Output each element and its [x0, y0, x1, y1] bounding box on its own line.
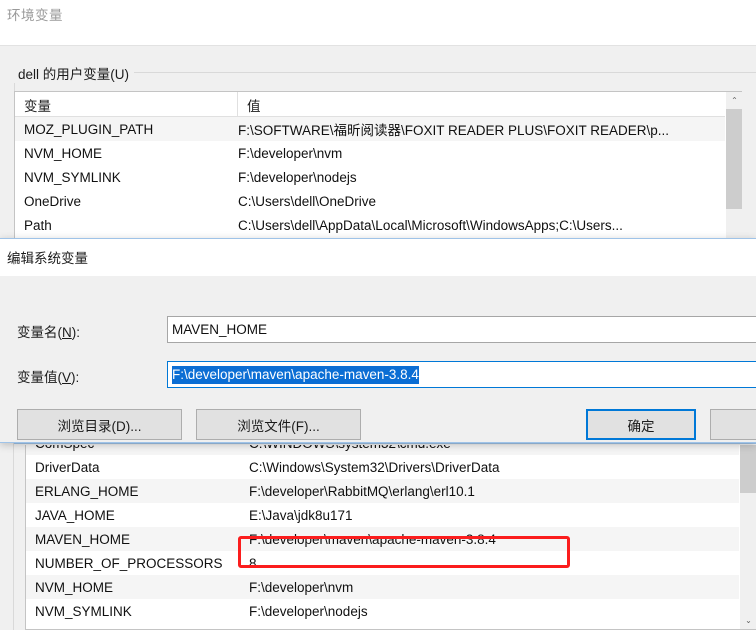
table-row[interactable]: OneDrive C:\Users\dell\OneDrive	[15, 189, 742, 213]
user-variables-rows: MOZ_PLUGIN_PATH F:\SOFTWARE\福昕阅读器\FOXIT R…	[15, 117, 742, 240]
user-variables-scrollbar[interactable]: ⌃	[725, 92, 742, 240]
variable-name-cell: ERLANG_HOME	[35, 483, 139, 499]
scrollbar-thumb[interactable]	[726, 109, 742, 209]
variable-value-cell: F:\developer\nvm	[249, 579, 354, 595]
system-variables-scrollbar[interactable]: ⌄	[739, 445, 756, 629]
variable-value-cell: F:\developer\RabbitMQ\erlang\erl10.1	[249, 483, 475, 499]
table-row[interactable]: NVM_HOME F:\developer\nvm	[26, 575, 756, 599]
user-variables-listview[interactable]: 变量 值 MOZ_PLUGIN_PATH F:\SOFTWARE\福昕阅读器\FO…	[14, 91, 742, 241]
browse-file-button[interactable]: 浏览文件(F)...	[196, 409, 361, 440]
system-variables-left-frame	[0, 443, 14, 630]
variable-value-label-pre: 变量值(	[17, 370, 62, 385]
scroll-up-icon[interactable]: ⌃	[726, 92, 742, 109]
variable-value-cell: C:\Users\dell\AppData\Local\Microsoft\Wi…	[238, 217, 623, 233]
variable-value-cell: F:\developer\nvm	[238, 145, 343, 161]
variable-value-cell: C:\Users\dell\OneDrive	[238, 193, 377, 209]
variable-name-label-post: ):	[71, 325, 80, 340]
variable-name-accelerator: N	[62, 325, 72, 340]
variable-value-cell: F:\developer\nodejs	[238, 169, 357, 185]
variable-value-input[interactable]: F:\developer\maven\apache-maven-3.8.4	[167, 361, 756, 388]
table-row[interactable]: MOZ_PLUGIN_PATH F:\SOFTWARE\福昕阅读器\FOXIT R…	[15, 117, 742, 141]
variable-name-label: 变量名(N):	[17, 321, 80, 341]
column-header-value[interactable]: 值	[238, 92, 742, 117]
cancel-button[interactable]: 取	[710, 409, 756, 440]
variable-name-cell: NVM_HOME	[24, 145, 103, 161]
table-row[interactable]: JAVA_HOME E:\Java\jdk8u171	[26, 503, 756, 527]
variable-name-cell: MAVEN_HOME	[35, 531, 131, 547]
table-row[interactable]: ERLANG_HOME F:\developer\RabbitMQ\erlang\…	[26, 479, 756, 503]
edit-dialog-titlebar: 编辑系统变量	[0, 239, 756, 276]
variable-value-label-post: ):	[71, 370, 80, 385]
variable-value-cell: F:\SOFTWARE\福昕阅读器\FOXIT READER PLUS\FOXI…	[238, 123, 670, 138]
ok-button[interactable]: 确定	[586, 409, 696, 440]
variable-name-cell: ComSpec	[35, 445, 249, 455]
variable-value-cell: F:\developer\maven\apache-maven-3.8.4	[249, 531, 496, 547]
edit-dialog-body: 变量名(N): MAVEN_HOME 变量值(V): F:\developer\…	[0, 276, 756, 442]
table-row[interactable]: DriverData C:\Windows\System32\Drivers\Dr…	[26, 455, 756, 479]
variable-name-cell: JAVA_HOME	[35, 507, 115, 523]
table-row[interactable]: NVM_SYMLINK F:\developer\nodejs	[26, 599, 756, 623]
variable-name-cell: NVM_SYMLINK	[35, 603, 132, 619]
variable-value-cell: C:\WINDOWS\system32\cmd.exe	[249, 445, 752, 455]
column-header-variable[interactable]: 变量	[15, 92, 238, 117]
screenshot-root: 环境变量 dell 的用户变量(U) 变量 值 MOZ_PLUGIN_PATH F…	[0, 0, 756, 630]
user-variables-groupbox-label: dell 的用户变量(U)	[14, 63, 135, 83]
variable-value-cell: C:\Windows\System32\Drivers\DriverData	[249, 459, 500, 475]
variable-value-cell: F:\developer\nodejs	[249, 603, 368, 619]
variable-value-accelerator: V	[62, 370, 72, 385]
table-row[interactable]: Path C:\Users\dell\AppData\Local\Microsof…	[15, 213, 742, 237]
variable-name-cell: NUMBER_OF_PROCESSORS	[35, 555, 223, 571]
table-row[interactable]: NVM_HOME F:\developer\nvm	[15, 141, 742, 165]
variable-name-input[interactable]: MAVEN_HOME	[167, 316, 756, 343]
variable-name-label-pre: 变量名(	[17, 325, 62, 340]
variable-name-cell: NVM_SYMLINK	[24, 169, 121, 185]
variable-name-cell: Path	[24, 217, 52, 233]
system-variables-area: ComSpecC:\WINDOWS\system32\cmd.exeDriver…	[0, 443, 756, 630]
variable-name-cell: MOZ_PLUGIN_PATH	[24, 121, 154, 137]
variable-name-cell: DriverData	[35, 459, 100, 475]
table-row[interactable]: NVM_SYMLINK F:\developer\nodejs	[15, 165, 742, 189]
table-row[interactable]: NUMBER_OF_PROCESSORS 8	[26, 551, 756, 575]
env-window-titlebar: 环境变量	[0, 0, 756, 45]
variable-value-cell: 8	[249, 555, 257, 571]
edit-system-variable-dialog: 编辑系统变量 变量名(N): MAVEN_HOME 变量值(V): F:\dev…	[0, 238, 756, 443]
table-row[interactable]: ComSpecC:\WINDOWS\system32\cmd.exe	[26, 445, 756, 455]
variable-name-cell: NVM_HOME	[35, 579, 114, 595]
user-variables-header-row: 变量 值	[15, 92, 742, 117]
variable-name-value: MAVEN_HOME	[172, 322, 268, 337]
system-variables-listview[interactable]: ComSpecC:\WINDOWS\system32\cmd.exeDriver…	[25, 445, 756, 630]
system-variables-rows: ComSpecC:\WINDOWS\system32\cmd.exeDriver…	[26, 445, 756, 623]
dialog-bottom-edge	[0, 443, 756, 444]
scrollbar-thumb[interactable]	[740, 445, 756, 493]
scroll-down-icon[interactable]: ⌄	[740, 612, 756, 629]
browse-directory-button[interactable]: 浏览目录(D)...	[17, 409, 182, 440]
variable-name-cell: OneDrive	[24, 193, 82, 209]
env-window-title: 环境变量	[7, 8, 63, 23]
variable-value-label: 变量值(V):	[17, 366, 79, 386]
variable-value-selected-text: F:\developer\maven\apache-maven-3.8.4	[172, 365, 419, 384]
variable-value-cell: E:\Java\jdk8u171	[249, 507, 353, 523]
edit-dialog-title: 编辑系统变量	[7, 251, 88, 266]
table-row[interactable]: MAVEN_HOME F:\developer\maven\apache-mave…	[26, 527, 756, 551]
